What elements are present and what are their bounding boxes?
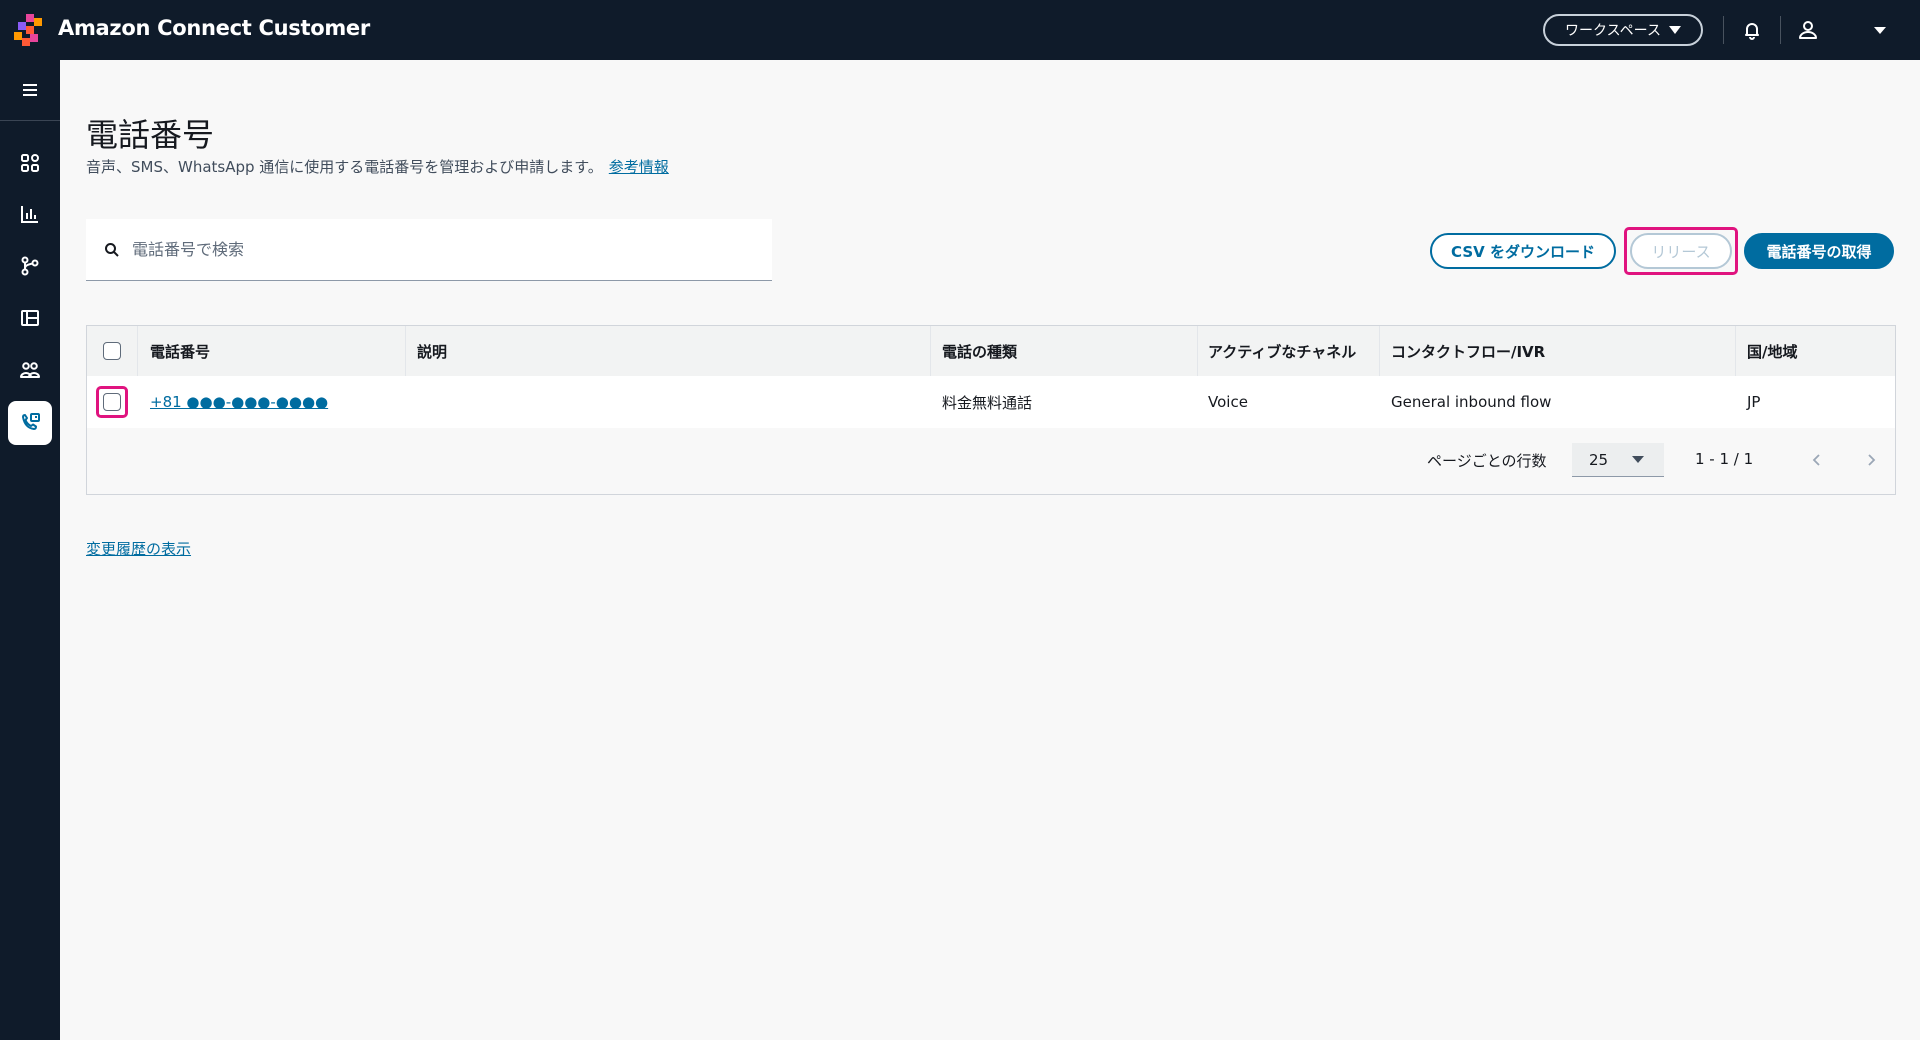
flow-cell: General inbound flow — [1391, 393, 1552, 411]
column-divider — [137, 326, 138, 376]
type-cell: 料金無料通話 — [942, 393, 1033, 412]
user-menu-caret-icon[interactable] — [1868, 18, 1892, 42]
row-checkbox[interactable] — [103, 393, 121, 411]
top-bar: Amazon Connect Customer ワークスペース — [0, 0, 1920, 60]
column-header-type[interactable]: 電話の種類 — [942, 326, 1017, 376]
download-csv-button[interactable]: CSV をダウンロード — [1430, 233, 1616, 269]
side-navigation — [0, 60, 60, 1040]
row-select-cell — [103, 376, 121, 428]
release-button[interactable]: リリース — [1630, 233, 1732, 269]
country-cell: JP — [1747, 393, 1761, 411]
pagination: ページごとの行数 25 1 - 1 / 1 — [87, 428, 1895, 494]
column-divider — [930, 326, 931, 376]
search-input[interactable] — [132, 240, 732, 259]
rows-per-page-value: 25 — [1589, 450, 1609, 469]
menu-toggle[interactable] — [8, 68, 52, 112]
phone-settings-icon — [22, 413, 40, 430]
users-icon — [20, 362, 40, 378]
topbar-divider — [1780, 16, 1781, 44]
nav-dashboard[interactable] — [8, 141, 52, 185]
workspace-label: ワークスペース — [1565, 23, 1661, 39]
table-row: +81 ●●●-●●●-●●●● 料金無料通話 Voice General in… — [87, 376, 1895, 428]
column-header-country[interactable]: 国/地域 — [1747, 326, 1797, 376]
info-link[interactable]: 参考情報 — [609, 158, 669, 176]
column-divider — [1379, 326, 1380, 376]
topbar-divider — [1723, 16, 1724, 44]
search-icon — [105, 242, 119, 257]
column-divider — [1197, 326, 1198, 376]
page-description: 音声、SMS、WhatsApp 通信に使用する電話番号を管理および申請します。参… — [86, 156, 669, 177]
column-divider — [1735, 326, 1736, 376]
main-content: 電話番号 音声、SMS、WhatsApp 通信に使用する電話番号を管理および申請… — [60, 60, 1920, 1040]
app-title: Amazon Connect Customer — [58, 16, 370, 40]
nav-channels-phone[interactable] — [8, 401, 52, 445]
phone-numbers-table: 電話番号 説明 電話の種類 アクティブなチャネル コンタクトフロー/IVR 国/… — [86, 325, 1896, 495]
next-page-button[interactable] — [1859, 448, 1883, 472]
column-header-description[interactable]: 説明 — [417, 326, 447, 376]
select-all-checkbox[interactable] — [103, 342, 121, 360]
column-divider — [405, 326, 406, 376]
chevron-left-icon — [1812, 454, 1820, 466]
nav-analytics[interactable] — [8, 192, 52, 236]
phone-cell: +81 ●●●-●●●-●●●● — [150, 376, 328, 428]
grid-icon — [21, 154, 39, 172]
nav-flows[interactable] — [8, 244, 52, 288]
column-header-channel[interactable]: アクティブなチャネル — [1208, 326, 1356, 376]
nav-layout[interactable] — [8, 296, 52, 340]
amazon-connect-logo — [14, 14, 42, 46]
layout-icon — [21, 310, 39, 326]
select-all-cell — [103, 326, 121, 376]
workspace-button[interactable]: ワークスペース — [1543, 14, 1703, 46]
previous-page-button[interactable] — [1805, 448, 1829, 472]
pagination-range: 1 - 1 / 1 — [1695, 450, 1754, 468]
channel-cell: Voice — [1208, 393, 1248, 411]
user-icon[interactable] — [1796, 18, 1820, 42]
column-header-flow[interactable]: コンタクトフロー/IVR — [1391, 326, 1545, 376]
flow-branch-icon — [21, 256, 39, 276]
nav-users[interactable] — [8, 348, 52, 392]
hamburger-icon — [23, 84, 37, 96]
rows-per-page-label: ページごとの行数 — [1427, 452, 1547, 470]
search-box — [86, 219, 772, 281]
table-header: 電話番号 説明 電話の種類 アクティブなチャネル コンタクトフロー/IVR 国/… — [87, 326, 1895, 376]
caret-down-icon — [1668, 26, 1681, 34]
phone-number-link[interactable]: +81 ●●●-●●●-●●●● — [150, 393, 328, 411]
rows-per-page-select[interactable]: 25 — [1572, 443, 1664, 477]
caret-down-icon — [1632, 456, 1644, 463]
change-history-link[interactable]: 変更履歴の表示 — [86, 538, 191, 559]
chevron-right-icon — [1868, 454, 1876, 466]
bell-icon[interactable] — [1740, 18, 1764, 42]
nav-separator — [0, 120, 60, 121]
page-title: 電話番号 — [86, 116, 215, 154]
bar-chart-icon — [21, 206, 38, 223]
claim-phone-number-button[interactable]: 電話番号の取得 — [1744, 233, 1894, 269]
column-header-phone[interactable]: 電話番号 — [150, 326, 210, 376]
page-description-text: 音声、SMS、WhatsApp 通信に使用する電話番号を管理および申請します。 — [86, 158, 603, 176]
